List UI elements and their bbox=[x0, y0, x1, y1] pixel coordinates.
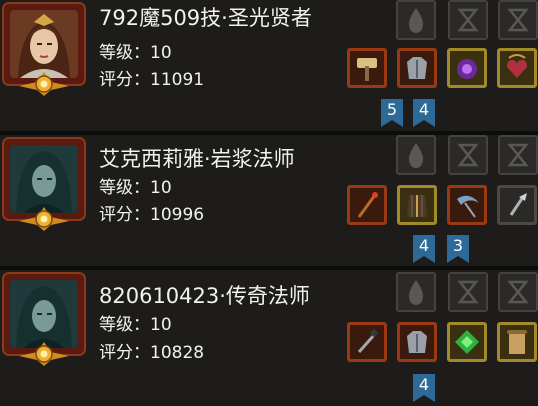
hourglass-rune-slot[interactable] bbox=[498, 135, 538, 175]
socket-count: 4 bbox=[418, 100, 430, 119]
staff-icon bbox=[357, 192, 378, 218]
hero-card[interactable]: 艾克西莉雅·岩浆法师 等级：10 评分：10996 4 3 bbox=[0, 135, 538, 268]
equipment-slot[interactable] bbox=[347, 48, 387, 88]
rank-emblem-icon bbox=[19, 207, 69, 231]
equipment-slot[interactable] bbox=[397, 322, 437, 362]
hooded-mage-portrait-icon bbox=[10, 145, 78, 213]
purple-orb-icon bbox=[457, 59, 477, 79]
equipment-slot[interactable] bbox=[397, 185, 437, 225]
socket-count-badge: 5 bbox=[381, 99, 403, 127]
socket-count-badge: 4 bbox=[413, 235, 435, 263]
equipment-slot[interactable] bbox=[497, 48, 537, 88]
equipment-slot[interactable] bbox=[397, 48, 437, 88]
scythe-icon bbox=[457, 195, 479, 218]
hourglass-rune-icon bbox=[457, 280, 479, 304]
hero-name: 820610423·传奇法师 bbox=[99, 284, 310, 308]
hourglass-rune-icon bbox=[457, 143, 479, 167]
robe-icon bbox=[407, 195, 427, 217]
hourglass-rune-icon bbox=[507, 143, 529, 167]
drop-rune-slot[interactable] bbox=[396, 272, 436, 312]
equipment-slot[interactable] bbox=[447, 48, 487, 88]
priestess-portrait-icon bbox=[10, 10, 78, 78]
armor-icon bbox=[407, 57, 427, 79]
hero-score: 评分：10996 bbox=[99, 205, 205, 225]
equipment-slot[interactable] bbox=[497, 322, 537, 362]
rank-emblem-icon bbox=[19, 72, 69, 96]
heart-amulet-icon bbox=[507, 54, 527, 78]
hero-level: 等级：10 bbox=[99, 178, 172, 198]
socket-count: 4 bbox=[418, 236, 430, 255]
equipment-slot[interactable] bbox=[347, 185, 387, 225]
hero-level: 等级：10 bbox=[99, 315, 172, 335]
hero-score: 评分：10828 bbox=[99, 343, 205, 363]
hourglass-rune-slot[interactable] bbox=[448, 272, 488, 312]
equipment-slot[interactable] bbox=[497, 185, 537, 225]
drop-rune-slot[interactable] bbox=[396, 0, 436, 40]
socket-count: 5 bbox=[386, 100, 398, 119]
hourglass-rune-slot[interactable] bbox=[498, 272, 538, 312]
scroll-icon bbox=[507, 330, 527, 354]
hero-level: 等级：10 bbox=[99, 43, 172, 63]
hourglass-rune-slot[interactable] bbox=[498, 0, 538, 40]
drop-rune-icon bbox=[408, 280, 424, 305]
hero-card[interactable]: 820610423·传奇法师 等级：10 评分：10828 4 bbox=[0, 270, 538, 402]
hourglass-rune-slot[interactable] bbox=[448, 0, 488, 40]
hooded-mage-portrait-icon bbox=[10, 280, 78, 348]
drop-rune-slot[interactable] bbox=[396, 135, 436, 175]
hammer-icon bbox=[357, 58, 377, 81]
hero-card[interactable]: 792魔509技·圣光贤者 等级：10 评分：11091 5 4 bbox=[0, 0, 538, 133]
equipment-slot[interactable] bbox=[447, 322, 487, 362]
socket-count-badge: 3 bbox=[447, 235, 469, 263]
hero-name: 792魔509技·圣光贤者 bbox=[99, 6, 312, 30]
socket-count: 3 bbox=[452, 236, 464, 255]
rank-emblem-icon bbox=[19, 342, 69, 366]
drop-rune-icon bbox=[408, 143, 424, 168]
drop-rune-icon bbox=[408, 8, 424, 33]
green-gem-icon bbox=[455, 330, 479, 354]
sceptre-icon bbox=[509, 193, 527, 216]
equipment-slot[interactable] bbox=[347, 322, 387, 362]
socket-count: 4 bbox=[418, 375, 430, 394]
socket-count-badge: 4 bbox=[413, 374, 435, 402]
socket-count-badge: 4 bbox=[413, 99, 435, 127]
wand-icon bbox=[357, 328, 379, 353]
equipment-slot[interactable] bbox=[447, 185, 487, 225]
hourglass-rune-icon bbox=[457, 8, 479, 32]
armor-icon bbox=[407, 331, 427, 353]
hourglass-rune-icon bbox=[507, 280, 529, 304]
hourglass-rune-icon bbox=[507, 8, 529, 32]
hero-name: 艾克西莉雅·岩浆法师 bbox=[99, 147, 295, 171]
hourglass-rune-slot[interactable] bbox=[448, 135, 488, 175]
hero-score: 评分：11091 bbox=[99, 70, 205, 90]
